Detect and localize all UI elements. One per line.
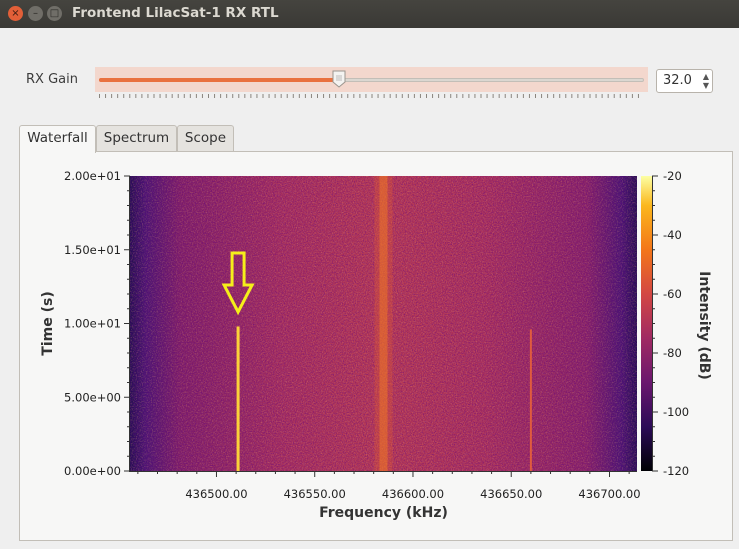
tab-waterfall[interactable]: Waterfall bbox=[19, 125, 96, 153]
colorbar-tick-label: -40 bbox=[663, 228, 682, 242]
colorbar-tick-label: -60 bbox=[663, 287, 682, 301]
x-axis-label: Frequency (kHz) bbox=[319, 505, 448, 521]
x-tick-label: 436500.00 bbox=[185, 487, 247, 501]
x-tick-label: 436650.00 bbox=[480, 487, 542, 501]
colorbar-tick-label: -80 bbox=[663, 346, 682, 360]
signal-strong bbox=[236, 326, 240, 471]
y-tick-label: 0.00e+00 bbox=[64, 464, 121, 478]
y-tick-label: 1.00e+01 bbox=[64, 317, 121, 331]
y-tick-label: 5.00e+00 bbox=[64, 390, 121, 404]
x-tick-label: 436600.00 bbox=[382, 487, 444, 501]
colorbar bbox=[641, 176, 652, 471]
colorbar-label: Intensity (dB) bbox=[696, 271, 712, 380]
signal-weak bbox=[529, 329, 532, 471]
colorbar-tick-label: -100 bbox=[663, 405, 689, 419]
y-axis-label: Time (s) bbox=[40, 291, 56, 355]
x-tick-label: 436700.00 bbox=[578, 487, 640, 501]
y-tick-label: 2.00e+01 bbox=[64, 169, 121, 183]
x-tick-label: 436550.00 bbox=[284, 487, 346, 501]
colorbar-tick-label: -20 bbox=[663, 169, 682, 183]
waterfall-plot: 0.00e+00 5.00e+00 1.00e+01 1.50e+01 2.00e+01… bbox=[40, 169, 712, 521]
signal-band bbox=[379, 176, 388, 471]
colorbar-tick-label: -120 bbox=[663, 464, 689, 478]
y-tick-label: 1.50e+01 bbox=[64, 243, 121, 257]
